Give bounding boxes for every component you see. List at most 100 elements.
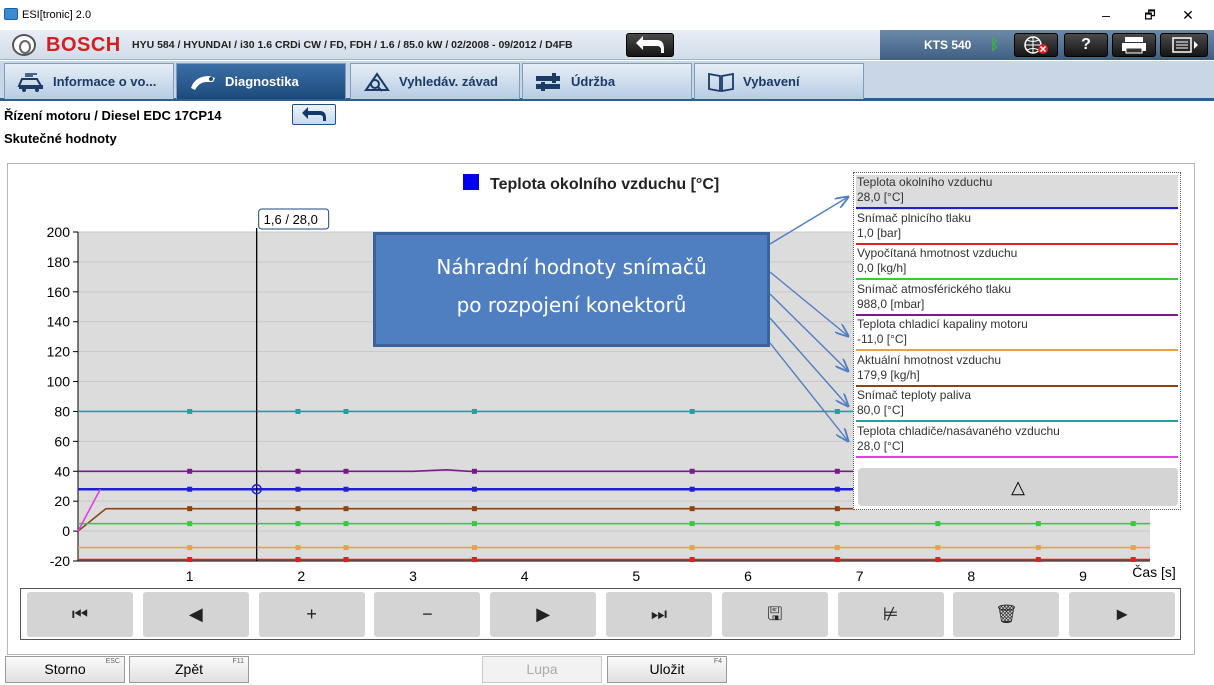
zoom-out-button[interactable]: − xyxy=(374,592,481,637)
data-point xyxy=(187,468,193,474)
print-icon[interactable] xyxy=(1112,33,1156,57)
data-point xyxy=(935,557,941,563)
globe-offline-icon[interactable] xyxy=(1014,33,1058,57)
step-back-button[interactable]: ◀ xyxy=(142,592,249,637)
legend-scroll-up-button[interactable]: △ xyxy=(858,468,1178,506)
tab-equipment[interactable]: Vybavení xyxy=(694,63,864,99)
data-point xyxy=(295,521,301,527)
data-point xyxy=(1035,521,1041,527)
legend-item[interactable]: Teplota chladiče/nasávaného vzduchu 28,0 … xyxy=(856,424,1178,459)
x-tick-label: 7 xyxy=(856,568,864,584)
legend-item-value: 1,0 [bar] xyxy=(857,225,902,240)
fault-search-icon xyxy=(364,72,390,92)
legend-panel: Teplota okolního vzduchu 28,0 [°C] Snímač … xyxy=(853,172,1181,510)
save-shortcut: F4 xyxy=(713,658,722,665)
close-button[interactable]: ✕ xyxy=(1168,4,1208,26)
minimize-button[interactable]: – xyxy=(1086,4,1126,26)
back-label: Zpět xyxy=(174,661,203,677)
legend-item-value: 988,0 [mbar] xyxy=(857,296,925,311)
x-tick-label: 2 xyxy=(297,568,305,584)
data-point xyxy=(689,468,695,474)
y-tick-label: 140 xyxy=(47,314,71,330)
storno-button[interactable]: Storno ESC xyxy=(5,656,125,683)
y-tick-label: 20 xyxy=(54,493,70,509)
restore-button[interactable]: 🗗 xyxy=(1130,4,1170,26)
tab-diagnostics[interactable]: Diagnostika xyxy=(176,63,346,99)
delete-icon: 🗑 xyxy=(994,604,1018,624)
data-point xyxy=(295,506,301,512)
data-point xyxy=(834,408,840,414)
bluetooth-icon: ᛒ xyxy=(990,36,1000,53)
save-button[interactable]: 🖫 xyxy=(721,592,828,637)
data-point xyxy=(295,468,301,474)
tab-label: Vyhledáv. závad xyxy=(399,74,498,89)
chart-scale-icon: ⊭ xyxy=(882,604,899,624)
y-tick-label: 60 xyxy=(54,433,70,449)
data-point xyxy=(187,506,193,512)
legend-item[interactable]: Snímač teploty paliva 80,0 [°C] xyxy=(856,388,1178,423)
data-point xyxy=(834,545,840,551)
back-arrow-icon[interactable] xyxy=(626,33,674,57)
legend-color-line xyxy=(856,278,1178,280)
legend-item[interactable]: Aktuální hmotnost vzduchu 179,9 [kg/h] xyxy=(856,353,1178,388)
data-point xyxy=(689,506,695,512)
data-point xyxy=(343,521,349,527)
app-icon xyxy=(4,8,18,20)
data-point xyxy=(187,545,193,551)
data-point xyxy=(1035,557,1041,563)
skip-to-start-button[interactable]: ⏮ xyxy=(27,592,133,637)
legend-item[interactable]: Vypočítaná hmotnost vzduchu 0,0 [kg/h] xyxy=(856,246,1178,281)
legend-color-line xyxy=(856,242,1178,245)
data-point xyxy=(187,408,193,414)
data-point xyxy=(471,468,477,474)
data-point xyxy=(689,557,695,563)
tab-vehicle-info[interactable]: Informace o vo... xyxy=(4,63,174,99)
data-point xyxy=(1130,545,1136,551)
data-point xyxy=(343,408,349,414)
legend-item-name: Aktuální hmotnost vzduchu xyxy=(857,352,1002,367)
zoom-button[interactable]: Lupa xyxy=(482,656,602,683)
step-forward-button[interactable]: ▶ xyxy=(490,592,597,637)
help-icon[interactable]: ? xyxy=(1064,33,1108,57)
play-button[interactable]: ► xyxy=(1069,592,1176,637)
y-tick-label: 160 xyxy=(47,284,71,300)
legend-item-name: Teplota chladicí kapaliny motoru xyxy=(857,317,1028,331)
tab-fault-search[interactable]: Vyhledáv. závad xyxy=(350,63,520,99)
menu-icon[interactable] xyxy=(1160,33,1208,57)
car-info-icon xyxy=(17,73,43,92)
tab-label: Informace o vo... xyxy=(53,74,157,89)
legend-item[interactable]: Snímač plnicího tlaku 1,0 [bar] xyxy=(856,211,1178,246)
back-arrow-icon[interactable] xyxy=(292,104,336,125)
legend-item[interactable]: Snímač atmosférického tlaku 988,0 [mbar] xyxy=(856,282,1178,317)
skip-to-end-button[interactable]: ⏭ xyxy=(606,592,712,637)
data-point xyxy=(689,408,695,414)
data-point xyxy=(187,557,193,563)
save-button[interactable]: Uložit F4 xyxy=(607,656,727,683)
legend-item-value: 0,0 [kg/h] xyxy=(857,261,907,275)
y-tick-label: 100 xyxy=(47,374,71,390)
callout-line-1: Náhradní hodnoty snímačů xyxy=(436,255,707,279)
legend-item-name: Snímač plnicího tlaku xyxy=(857,210,972,225)
legend-item-name: Teplota okolního vzduchu xyxy=(857,175,993,189)
data-point xyxy=(295,545,301,551)
maintenance-icon xyxy=(536,73,560,91)
x-tick-label: 1 xyxy=(186,568,194,584)
step-back-icon: ◀ xyxy=(188,604,203,624)
skip-to-start-icon: ⏮ xyxy=(71,604,89,624)
device-name: KTS 540 xyxy=(924,38,972,52)
zoom-in-button[interactable]: + xyxy=(258,592,365,637)
legend-item-value: -11,0 [°C] xyxy=(857,332,907,346)
data-point xyxy=(187,486,193,492)
data-point xyxy=(834,521,840,527)
callout-line-2: po rozpojení konektorů xyxy=(456,293,687,317)
brand-logo: BOSCH xyxy=(46,34,121,56)
data-point xyxy=(935,545,941,551)
delete-button[interactable]: 🗑 xyxy=(953,592,1060,637)
legend-item[interactable]: Teplota chladicí kapaliny motoru -11,0 [°… xyxy=(856,317,1178,352)
chart-scale-button[interactable]: ⊭ xyxy=(837,592,944,637)
vehicle-description: HYU 584 / HYUNDAI / i30 1.6 CRDi CW / FD… xyxy=(132,39,573,51)
data-point xyxy=(471,408,477,414)
tab-maintenance[interactable]: Údržba xyxy=(522,63,692,99)
back-button[interactable]: Zpět F11 xyxy=(129,656,249,683)
legend-item[interactable]: Teplota okolního vzduchu 28,0 [°C] xyxy=(856,175,1178,210)
